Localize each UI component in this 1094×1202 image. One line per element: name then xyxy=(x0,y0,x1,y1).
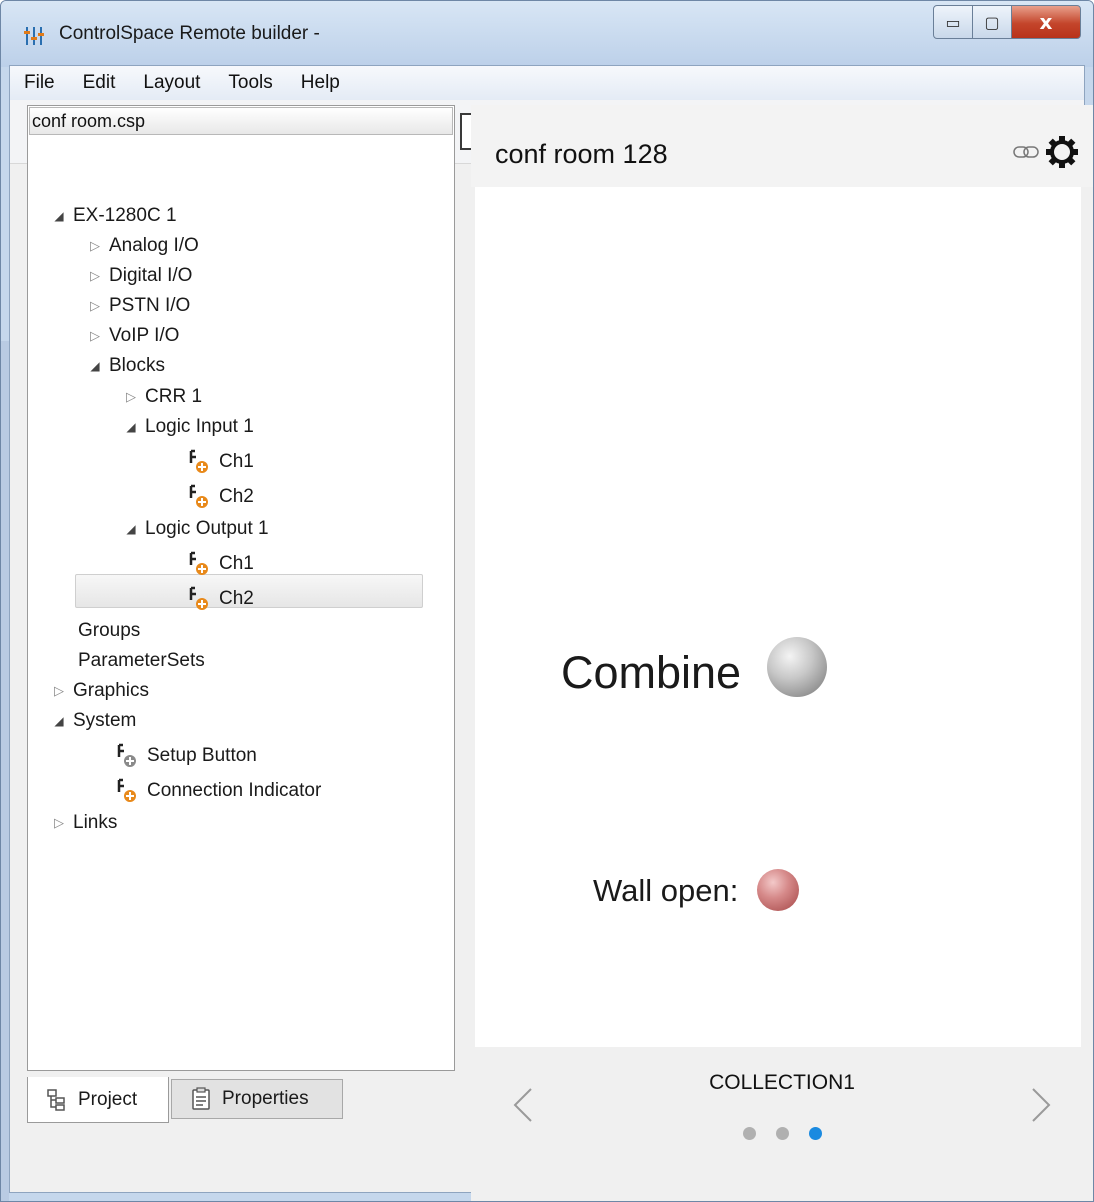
tree-item-digital-io[interactable]: ▷ Digital I/O xyxy=(85,261,192,291)
control-point-icon xyxy=(117,778,136,802)
tree-item-ex-1280c[interactable]: ◢ EX-1280C 1 xyxy=(49,201,176,231)
gear-icon[interactable] xyxy=(1045,135,1079,169)
control-point-icon xyxy=(189,484,208,508)
expanded-caret-icon[interactable]: ◢ xyxy=(49,209,69,223)
control-point-icon xyxy=(189,449,208,473)
menu-layout[interactable]: Layout xyxy=(143,72,200,94)
tree-item-logic-input-ch2[interactable]: Ch2 xyxy=(187,482,254,512)
menu-bar: File Edit Layout Tools Help xyxy=(10,66,1084,100)
collapsed-caret-icon[interactable]: ▷ xyxy=(49,683,69,699)
expanded-caret-icon[interactable]: ◢ xyxy=(85,359,105,373)
tree-item-blocks[interactable]: ◢ Blocks xyxy=(85,351,165,381)
remote-preview-panel: conf room 128 Combine Wall open: COLLECT… xyxy=(471,105,1093,1201)
collapsed-caret-icon[interactable]: ▷ xyxy=(49,815,69,831)
collapsed-caret-icon[interactable]: ▷ xyxy=(121,389,141,405)
properties-clipboard-icon xyxy=(192,1087,210,1110)
tree-item-logic-output-1[interactable]: ◢ Logic Output 1 xyxy=(121,514,268,544)
tree-item-analog-io[interactable]: ▷ Analog I/O xyxy=(85,231,199,261)
app-window: ControlSpace Remote builder - ▭ ▢ x File… xyxy=(0,0,1094,1202)
maximize-button[interactable]: ▢ xyxy=(972,5,1012,39)
tree-item-graphics[interactable]: ▷ Graphics xyxy=(49,676,149,706)
tree-item-groups[interactable]: Groups xyxy=(78,616,140,646)
remote-canvas[interactable]: Combine Wall open: xyxy=(475,187,1081,1047)
collapsed-caret-icon[interactable]: ▷ xyxy=(85,298,105,314)
menu-edit[interactable]: Edit xyxy=(83,72,116,94)
control-point-icon xyxy=(189,551,208,575)
project-tree-icon xyxy=(47,1088,65,1111)
page-dot-1[interactable] xyxy=(742,1127,756,1140)
collapsed-caret-icon[interactable]: ▷ xyxy=(85,238,105,254)
page-dot-3[interactable] xyxy=(808,1127,822,1140)
tree-item-logic-output-ch2[interactable]: Ch2 xyxy=(187,584,254,614)
tree-item-setup-button[interactable]: Setup Button xyxy=(115,741,257,771)
tree-item-system[interactable]: ◢ System xyxy=(49,706,136,736)
menu-tools[interactable]: Tools xyxy=(228,72,272,94)
combine-label: Combine xyxy=(561,647,742,698)
chevron-right-icon[interactable] xyxy=(1029,1085,1053,1125)
collection-footer: COLLECTION1 xyxy=(471,1049,1093,1149)
expanded-caret-icon[interactable]: ◢ xyxy=(121,522,141,536)
combine-button[interactable] xyxy=(767,637,827,697)
tree-item-parametersets[interactable]: ParameterSets xyxy=(78,646,205,676)
control-point-selected-icon xyxy=(117,743,136,767)
tree-item-voip-io[interactable]: ▷ VoIP I/O xyxy=(85,321,179,351)
tree-item-pstn-io[interactable]: ▷ PSTN I/O xyxy=(85,291,190,321)
wall-open-indicator xyxy=(757,869,799,911)
menu-file[interactable]: File xyxy=(24,72,55,94)
menu-help[interactable]: Help xyxy=(301,72,340,94)
collection-name: COLLECTION1 xyxy=(709,1071,855,1094)
control-point-icon xyxy=(189,586,208,610)
window-title: ControlSpace Remote builder - xyxy=(59,23,320,44)
link-icon[interactable] xyxy=(1013,145,1039,159)
tree-item-logic-input-1[interactable]: ◢ Logic Input 1 xyxy=(121,412,253,442)
collapsed-caret-icon[interactable]: ▷ xyxy=(85,268,105,284)
tree-item-logic-output-ch1[interactable]: Ch1 xyxy=(187,549,254,579)
page-indicator xyxy=(471,1127,1093,1140)
wall-open-label: Wall open: xyxy=(593,873,739,908)
tree-item-crr-1[interactable]: ▷ CRR 1 xyxy=(121,382,202,412)
tree-item-links[interactable]: ▷ Links xyxy=(49,808,117,838)
close-button[interactable]: x xyxy=(1011,5,1081,39)
expanded-caret-icon[interactable]: ◢ xyxy=(49,714,69,728)
page-dot-2[interactable] xyxy=(775,1127,789,1140)
tab-project[interactable]: Project xyxy=(27,1077,169,1123)
app-mixer-icon xyxy=(24,27,44,45)
preview-header: conf room 128 xyxy=(471,105,1093,187)
expanded-caret-icon[interactable]: ◢ xyxy=(121,420,141,434)
minimize-button[interactable]: ▭ xyxy=(933,5,973,39)
title-bar: ControlSpace Remote builder - ▭ ▢ x xyxy=(1,1,1093,67)
page-title: conf room 128 xyxy=(495,139,668,169)
tree-item-connection-indicator[interactable]: Connection Indicator xyxy=(115,776,321,806)
tab-properties[interactable]: Properties xyxy=(171,1079,343,1119)
tree-header[interactable]: conf room.csp xyxy=(29,107,453,135)
collapsed-caret-icon[interactable]: ▷ xyxy=(85,328,105,344)
tree-item-logic-input-ch1[interactable]: Ch1 xyxy=(187,447,254,477)
window-edge xyxy=(1,341,9,1201)
